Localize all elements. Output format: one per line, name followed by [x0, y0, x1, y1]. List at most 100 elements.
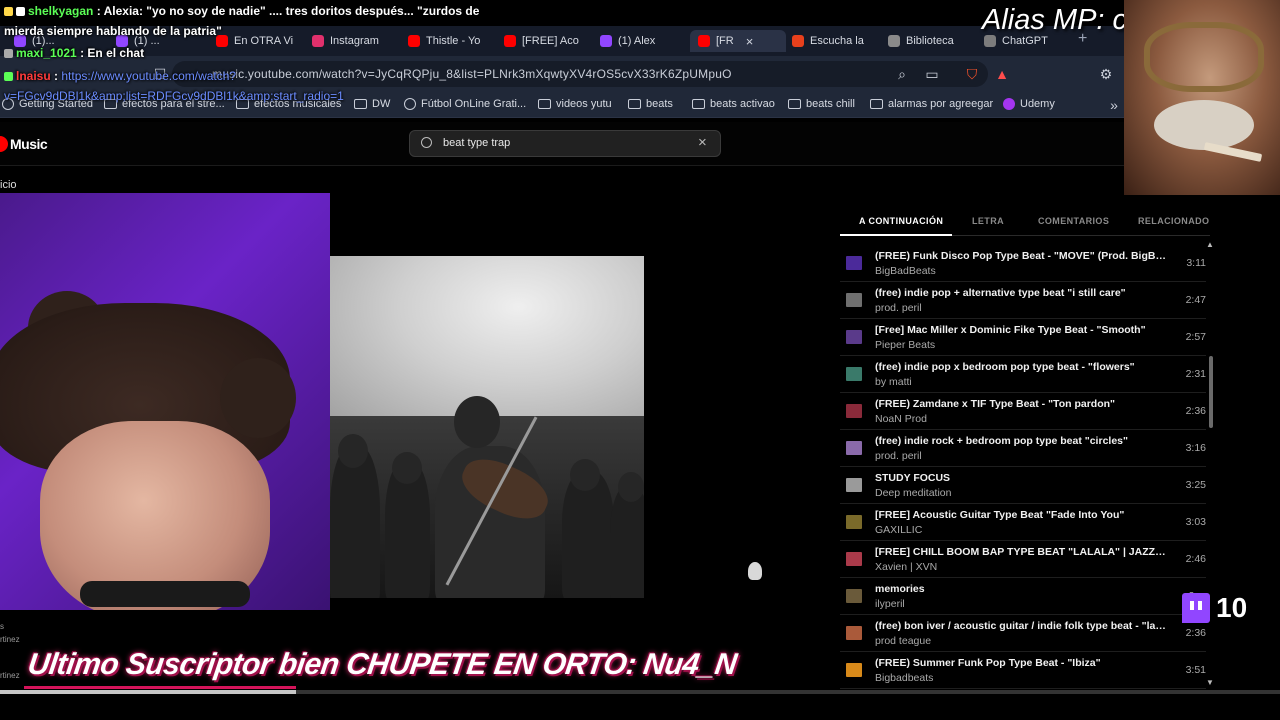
track-duration: 2:57	[1185, 331, 1206, 343]
cast-icon[interactable]: ▭	[924, 66, 940, 82]
bookmark-item[interactable]: videos yutu	[538, 98, 612, 110]
close-tab-icon[interactable]: ×	[746, 34, 754, 49]
queue-item[interactable]: (free) bon iver / acoustic guitar / indi…	[840, 615, 1206, 652]
tab-label: Instagram	[330, 35, 379, 47]
streamer-webcam	[0, 193, 330, 610]
track-artist[interactable]: prod. peril	[875, 450, 922, 462]
track-duration: 2:36	[1185, 627, 1206, 639]
track-duration: 2:31	[1185, 368, 1206, 380]
chat-username: maxi_1021	[16, 46, 77, 60]
track-thumbnail	[846, 404, 862, 418]
chat-message: shelkyagan : Alexia: "yo no soy de nadie…	[4, 4, 479, 18]
bookmark-item[interactable]: Fútbol OnLine Grati...	[404, 98, 526, 110]
tab-up-next[interactable]: A CONTINUACIÓN	[859, 216, 943, 226]
bookmark-item[interactable]: beats	[628, 98, 673, 110]
tab-favicon-icon	[312, 35, 324, 47]
browser-tab[interactable]: Escucha la	[792, 30, 870, 52]
tab-related[interactable]: RELACIONADO	[1138, 216, 1209, 226]
bookmark-item[interactable]: beats activao	[692, 98, 775, 110]
track-thumbnail	[846, 589, 862, 603]
track-duration: 3:03	[1185, 516, 1206, 528]
track-title: STUDY FOCUS	[875, 472, 951, 484]
track-artist[interactable]: Xavien | XVN	[875, 561, 937, 573]
side-label: rtinez	[0, 635, 20, 644]
track-thumbnail	[846, 293, 862, 307]
subscriber-banner: Ultimo Suscriptor bien CHUPETE EN ORTO: …	[25, 648, 739, 681]
tab-favicon-icon	[408, 35, 420, 47]
queue-item[interactable]: (FREE) Zamdane x TIF Type Beat - "Ton pa…	[840, 393, 1206, 430]
chat-message: lnaisu : https://www.youtube.com/watch?	[4, 69, 236, 83]
scroll-down-icon[interactable]: ▼	[1206, 678, 1214, 687]
brave-rewards-icon[interactable]: ▲	[994, 66, 1010, 82]
queue-item[interactable]: memoriesilyperil2:...	[840, 578, 1206, 615]
track-duration: 2:36	[1185, 405, 1206, 417]
browser-tab[interactable]: Thistle - Yo	[408, 30, 488, 52]
queue-item[interactable]: [FREE] CHILL BOOM BAP TYPE BEAT "LALALA"…	[840, 541, 1206, 578]
twitch-icon	[1182, 593, 1210, 623]
chat-text: En el chat	[87, 46, 145, 60]
player-progress-bar[interactable]	[0, 690, 1280, 694]
clear-search-icon[interactable]: ×	[698, 134, 707, 151]
logo-text: Music	[10, 136, 48, 152]
browser-tab[interactable]: Biblioteca	[888, 30, 966, 52]
chat-message: mierda siempre hablando de la patria"	[4, 24, 222, 38]
track-duration: 3:11	[1186, 257, 1206, 269]
track-artist[interactable]: ilyperil	[875, 598, 905, 610]
queue-item[interactable]: (free) indie rock + bedroom pop type bea…	[840, 430, 1206, 467]
queue-item[interactable]: (free) indie pop + alternative type beat…	[840, 282, 1206, 319]
track-title: (free) indie pop x bedroom pop type beat…	[875, 361, 1135, 373]
track-artist[interactable]: prod. peril	[875, 302, 922, 314]
scroll-up-icon[interactable]: ▲	[1206, 240, 1214, 249]
track-artist[interactable]: by matti	[875, 376, 912, 388]
track-thumbnail	[846, 441, 862, 455]
ytmusic-logo[interactable]: Music	[0, 136, 48, 152]
queue-item[interactable]: (free) indie pop x bedroom pop type beat…	[840, 356, 1206, 393]
more-bookmarks-icon[interactable]: »	[1106, 97, 1122, 113]
brave-shield-icon[interactable]: ⛉	[964, 66, 980, 82]
track-thumbnail	[846, 478, 862, 492]
ytmusic-logo-icon	[0, 136, 8, 152]
zoom-icon[interactable]: ⌕	[894, 66, 910, 82]
track-artist[interactable]: Deep meditation	[875, 487, 951, 499]
bookmark-item[interactable]: alarmas por agreegar	[870, 98, 993, 110]
queue-item[interactable]: (FREE) Funk Disco Pop Type Beat - "MOVE"…	[840, 245, 1206, 282]
queue-item[interactable]: [Free] Mac Miller x Dominic Fike Type Be…	[840, 319, 1206, 356]
queue-scrollbar[interactable]	[1209, 356, 1213, 428]
track-artist[interactable]: BigBadBeats	[875, 265, 936, 277]
track-artist[interactable]: Pieper Beats	[875, 339, 935, 351]
tab-comments[interactable]: COMENTARIOS	[1038, 216, 1109, 226]
track-thumbnail	[846, 663, 862, 677]
tab-label: Thistle - Yo	[426, 35, 481, 47]
bookmark-item[interactable]: beats chill	[788, 98, 855, 110]
browser-tab[interactable]: (1) Alex	[600, 30, 676, 52]
track-artist[interactable]: prod teague	[875, 635, 931, 647]
queue-item[interactable]: STUDY FOCUS Deep meditation 3:25	[840, 467, 1206, 504]
browser-tab[interactable]: [FR ×	[690, 30, 786, 52]
twitch-viewer-count: 10	[1182, 592, 1247, 624]
browser-tab[interactable]: Instagram	[312, 30, 392, 52]
subscriber-banner-underline	[24, 686, 296, 689]
bookmark-item[interactable]: DW	[354, 98, 390, 110]
queue-item[interactable]: (FREE) Summer Funk Pop Type Beat - "Ibiz…	[840, 652, 1206, 689]
tab-favicon-icon	[888, 35, 900, 47]
track-duration: 3:51	[1185, 664, 1206, 676]
chat-link[interactable]: https://www.youtube.com/watch?	[61, 69, 236, 83]
browser-tab[interactable]: En OTRA Vi	[216, 30, 296, 52]
extensions-icon[interactable]: ⚙	[1098, 66, 1114, 82]
url-text[interactable]: music.youtube.com/watch?v=JyCqRQPju_8&li…	[212, 67, 732, 81]
bookmark-label: beats	[646, 98, 673, 110]
tab-favicon-icon	[698, 35, 710, 47]
chat-username: shelkyagan	[28, 4, 94, 18]
tab-favicon-icon	[504, 35, 516, 47]
browser-tab[interactable]: [FREE] Aco	[504, 30, 584, 52]
queue-item[interactable]: [FREE] Acoustic Guitar Type Beat "Fade I…	[840, 504, 1206, 541]
track-artist[interactable]: NoaN Prod	[875, 413, 927, 425]
search-input[interactable]: beat type trap	[443, 137, 510, 149]
tab-lyrics[interactable]: LETRA	[972, 216, 1004, 226]
chat-link[interactable]: v=FGcv9dDBl1k&amp;list=RDFGcv9dDBl1k&amp…	[4, 89, 344, 103]
track-title: (free) indie pop + alternative type beat…	[875, 287, 1126, 299]
track-artist[interactable]: GAXILLIC	[875, 524, 922, 536]
track-artist[interactable]: Bigbadbeats	[875, 672, 933, 684]
nav-home[interactable]: icio	[0, 179, 17, 191]
bookmark-item[interactable]: Udemy	[1003, 98, 1055, 110]
